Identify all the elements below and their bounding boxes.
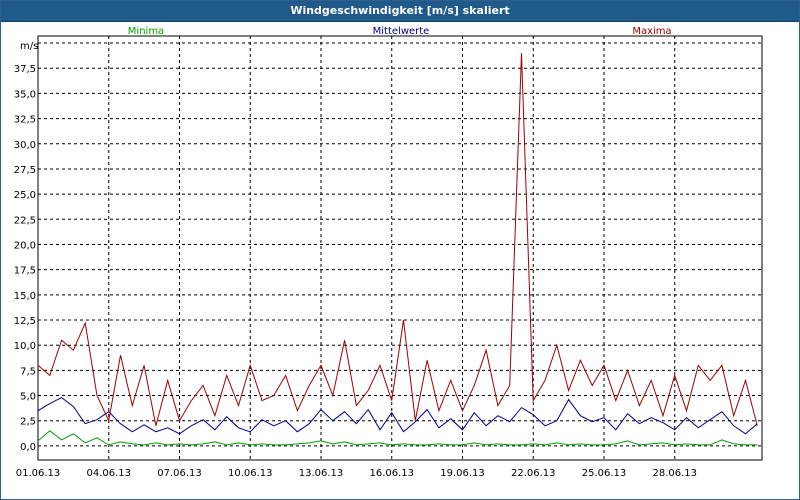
y-tick-label: 22,5	[14, 215, 36, 226]
y-tick-label: 27,5	[14, 165, 36, 176]
y-tick-label: 15,0	[14, 291, 36, 302]
x-tick-label: 13.06.13	[299, 468, 344, 479]
y-axis-label: m/s	[20, 41, 38, 52]
legend-item-mittelwerte: Mittelwerte	[373, 26, 430, 37]
y-tick-label: 25,0	[14, 190, 36, 201]
legend-item-maxima: Maxima	[632, 26, 671, 37]
line-chart: 0,0 2,5 5,0 7,5 10,0 12,5 15,0 17,5 20,0 22,5 25,0…	[14, 26, 763, 479]
y-tick-label: 12,5	[14, 316, 36, 327]
x-tick-label: 19.06.13	[440, 468, 485, 479]
y-tick-label: 2,5	[20, 417, 36, 428]
y-tick-label: 30,0	[14, 140, 36, 151]
x-axis-ticks: 01.06.13 04.06.13 07.06.13 10.06.13 13.06.13…	[16, 468, 697, 479]
x-tick-label: 16.06.13	[369, 468, 414, 479]
y-tick-label: 0,0	[20, 442, 36, 453]
x-tick-label: 10.06.13	[228, 468, 273, 479]
y-tick-label: 37,5	[14, 64, 36, 75]
y-axis-ticks: 0,0 2,5 5,0 7,5 10,0 12,5 15,0 17,5 20,0 22,5 25,0…	[14, 64, 36, 453]
x-tick-label: 07.06.13	[157, 468, 202, 479]
x-tick-label: 25.06.13	[582, 468, 627, 479]
y-tick-label: 35,0	[14, 89, 36, 100]
y-tick-label: 20,0	[14, 240, 36, 251]
x-tick-label: 28.06.13	[652, 468, 697, 479]
x-tick-label: 22.06.13	[511, 468, 556, 479]
legend: Minima Mittelwerte Maxima	[128, 26, 672, 37]
y-tick-label: 32,5	[14, 115, 36, 126]
x-tick-label: 04.06.13	[86, 468, 131, 479]
legend-item-minima: Minima	[128, 26, 164, 37]
x-tick-label: 01.06.13	[16, 468, 61, 479]
y-tick-label: 10,0	[14, 341, 36, 352]
y-tick-label: 5,0	[20, 392, 36, 403]
y-tick-label: 7,5	[20, 366, 36, 377]
plot-area	[37, 35, 763, 461]
y-tick-label: 17,5	[14, 266, 36, 277]
